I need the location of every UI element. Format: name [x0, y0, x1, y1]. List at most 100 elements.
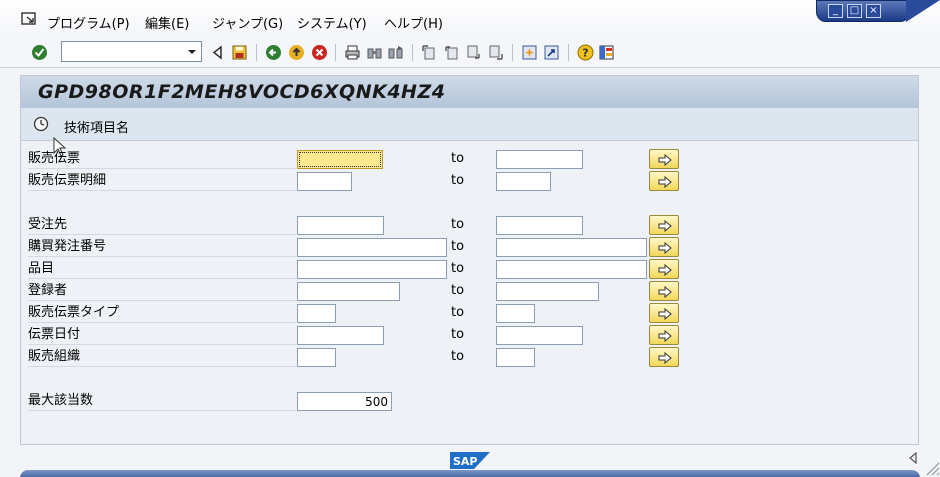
document-date-label: 伝票日付	[28, 325, 296, 345]
sold-to-party-from-input[interactable]	[297, 216, 384, 235]
sales-document-type-to-label: to	[451, 305, 465, 320]
sales-document-item-label: 販売伝票明細	[28, 171, 296, 191]
sales-document-from-input[interactable]	[297, 150, 383, 169]
sales-organization-multiple-selection-button[interactable]	[649, 347, 679, 367]
create-shortcut-icon[interactable]	[543, 44, 560, 61]
material-to-label: to	[451, 261, 465, 276]
application-toolbar: 技術項目名	[21, 108, 918, 141]
resize-grip-icon[interactable]	[924, 460, 940, 477]
last-page-icon[interactable]	[487, 44, 504, 61]
sold-to-party-to-label: to	[451, 217, 465, 232]
document-date-from-input[interactable]	[297, 326, 384, 345]
created-by-to-label: to	[451, 283, 465, 298]
sales-document-type-label: 販売伝票タイプ	[28, 303, 296, 323]
material-to-input[interactable]	[496, 260, 647, 279]
help-icon[interactable]: ?	[577, 44, 594, 61]
arrow-right-icon	[658, 308, 672, 320]
arrow-right-icon	[658, 352, 672, 364]
selection-screen: GPD98OR1F2MEH8VOCD6XQNK4HZ4 技術項目名 販売伝票 t…	[20, 75, 919, 445]
next-page-icon[interactable]	[465, 44, 482, 61]
window-frame-corner-icon	[906, 0, 940, 22]
find-icon[interactable]	[366, 44, 383, 61]
material-from-input[interactable]	[297, 260, 447, 279]
sold-to-party-to-input[interactable]	[496, 216, 583, 235]
cancel-icon[interactable]	[311, 44, 328, 61]
sold-to-party-multiple-selection-button[interactable]	[649, 215, 679, 235]
purchase-order-number-multiple-selection-button[interactable]	[649, 237, 679, 257]
created-by-to-input[interactable]	[496, 282, 599, 301]
purchase-order-number-label: 購買発注番号	[28, 237, 296, 257]
back-icon[interactable]	[265, 44, 282, 61]
enter-icon[interactable]	[31, 44, 48, 61]
layout-menu-icon[interactable]	[598, 44, 615, 61]
sales-document-type-from-input[interactable]	[297, 304, 336, 323]
document-date-to-input[interactable]	[496, 326, 583, 345]
sales-document-to-label: to	[451, 151, 465, 166]
sales-organization-from-input[interactable]	[297, 348, 336, 367]
toolbar-separator	[412, 44, 413, 61]
menu-bar: プログラム(P) 編集(E) ジャンプ(G) システム(Y) ヘルプ(H) _ …	[0, 0, 940, 38]
created-by-from-input[interactable]	[297, 282, 400, 301]
sold-to-party-label: 受注先	[28, 215, 296, 235]
sales-document-type-to-input[interactable]	[496, 304, 535, 323]
created-by-multiple-selection-button[interactable]	[649, 281, 679, 301]
status-toggle-icon[interactable]	[908, 452, 918, 464]
toolbar-separator	[512, 44, 513, 61]
menu-help[interactable]: ヘルプ(H)	[384, 13, 443, 32]
created-by-label: 登録者	[28, 281, 296, 301]
technical-name-button[interactable]: 技術項目名	[64, 117, 129, 136]
sales-document-label: 販売伝票	[28, 149, 296, 169]
sales-document-item-from-input[interactable]	[297, 172, 352, 191]
purchase-order-number-to-label: to	[451, 239, 465, 254]
arrow-right-icon	[658, 154, 672, 166]
create-session-icon[interactable]	[521, 44, 538, 61]
sales-document-item-to-label: to	[451, 173, 465, 188]
command-dropdown-icon[interactable]	[185, 44, 199, 59]
previous-page-icon[interactable]	[443, 44, 460, 61]
first-page-icon[interactable]	[421, 44, 438, 61]
sales-organization-to-label: to	[451, 349, 465, 364]
maximize-icon[interactable]: □	[847, 4, 862, 18]
sales-organization-label: 販売組織	[28, 347, 296, 367]
exit-icon[interactable]	[288, 44, 305, 61]
arrow-right-icon	[658, 176, 672, 188]
toolbar-separator	[335, 44, 336, 61]
sales-document-item-multiple-selection-button[interactable]	[649, 171, 679, 191]
close-icon[interactable]: ×	[866, 4, 881, 18]
menu-goto[interactable]: ジャンプ(G)	[212, 13, 283, 32]
menu-system[interactable]: システム(Y)	[297, 13, 367, 32]
sales-organization-to-input[interactable]	[496, 348, 535, 367]
arrow-right-icon	[658, 330, 672, 342]
arrow-right-icon	[658, 286, 672, 298]
sap-logo-text: SAP	[453, 455, 478, 468]
arrow-right-icon	[658, 242, 672, 254]
technical-name-icon[interactable]	[33, 116, 49, 132]
minimize-icon[interactable]: _	[828, 4, 843, 18]
sales-document-to-input[interactable]	[496, 150, 583, 169]
find-next-icon[interactable]	[387, 44, 404, 61]
toolbar-separator	[256, 44, 257, 61]
menu-edit[interactable]: 編集(E)	[145, 13, 189, 32]
max-hits-input[interactable]	[297, 392, 392, 411]
arrow-right-icon	[658, 220, 672, 232]
svg-text:?: ?	[582, 47, 588, 60]
menu-program[interactable]: プログラム(P)	[47, 13, 130, 32]
purchase-order-number-to-input[interactable]	[496, 238, 647, 257]
command-field[interactable]	[61, 41, 202, 62]
sales-document-multiple-selection-button[interactable]	[649, 149, 679, 169]
system-menu-icon[interactable]	[21, 12, 37, 26]
arrow-right-icon	[658, 264, 672, 276]
back-triangle-icon[interactable]	[210, 44, 227, 61]
standard-toolbar: ?	[0, 38, 940, 68]
sales-document-item-to-input[interactable]	[496, 172, 551, 191]
sales-document-type-multiple-selection-button[interactable]	[649, 303, 679, 323]
max-hits-label: 最大該当数	[28, 391, 296, 411]
title-bar: GPD98OR1F2MEH8VOCD6XQNK4HZ4	[21, 76, 918, 108]
material-multiple-selection-button[interactable]	[649, 259, 679, 279]
document-date-multiple-selection-button[interactable]	[649, 325, 679, 345]
purchase-order-number-from-input[interactable]	[297, 238, 447, 257]
save-icon[interactable]	[231, 44, 248, 61]
window-controls: _ □ ×	[816, 0, 910, 22]
print-icon[interactable]	[344, 44, 361, 61]
toolbar-separator	[568, 44, 569, 61]
